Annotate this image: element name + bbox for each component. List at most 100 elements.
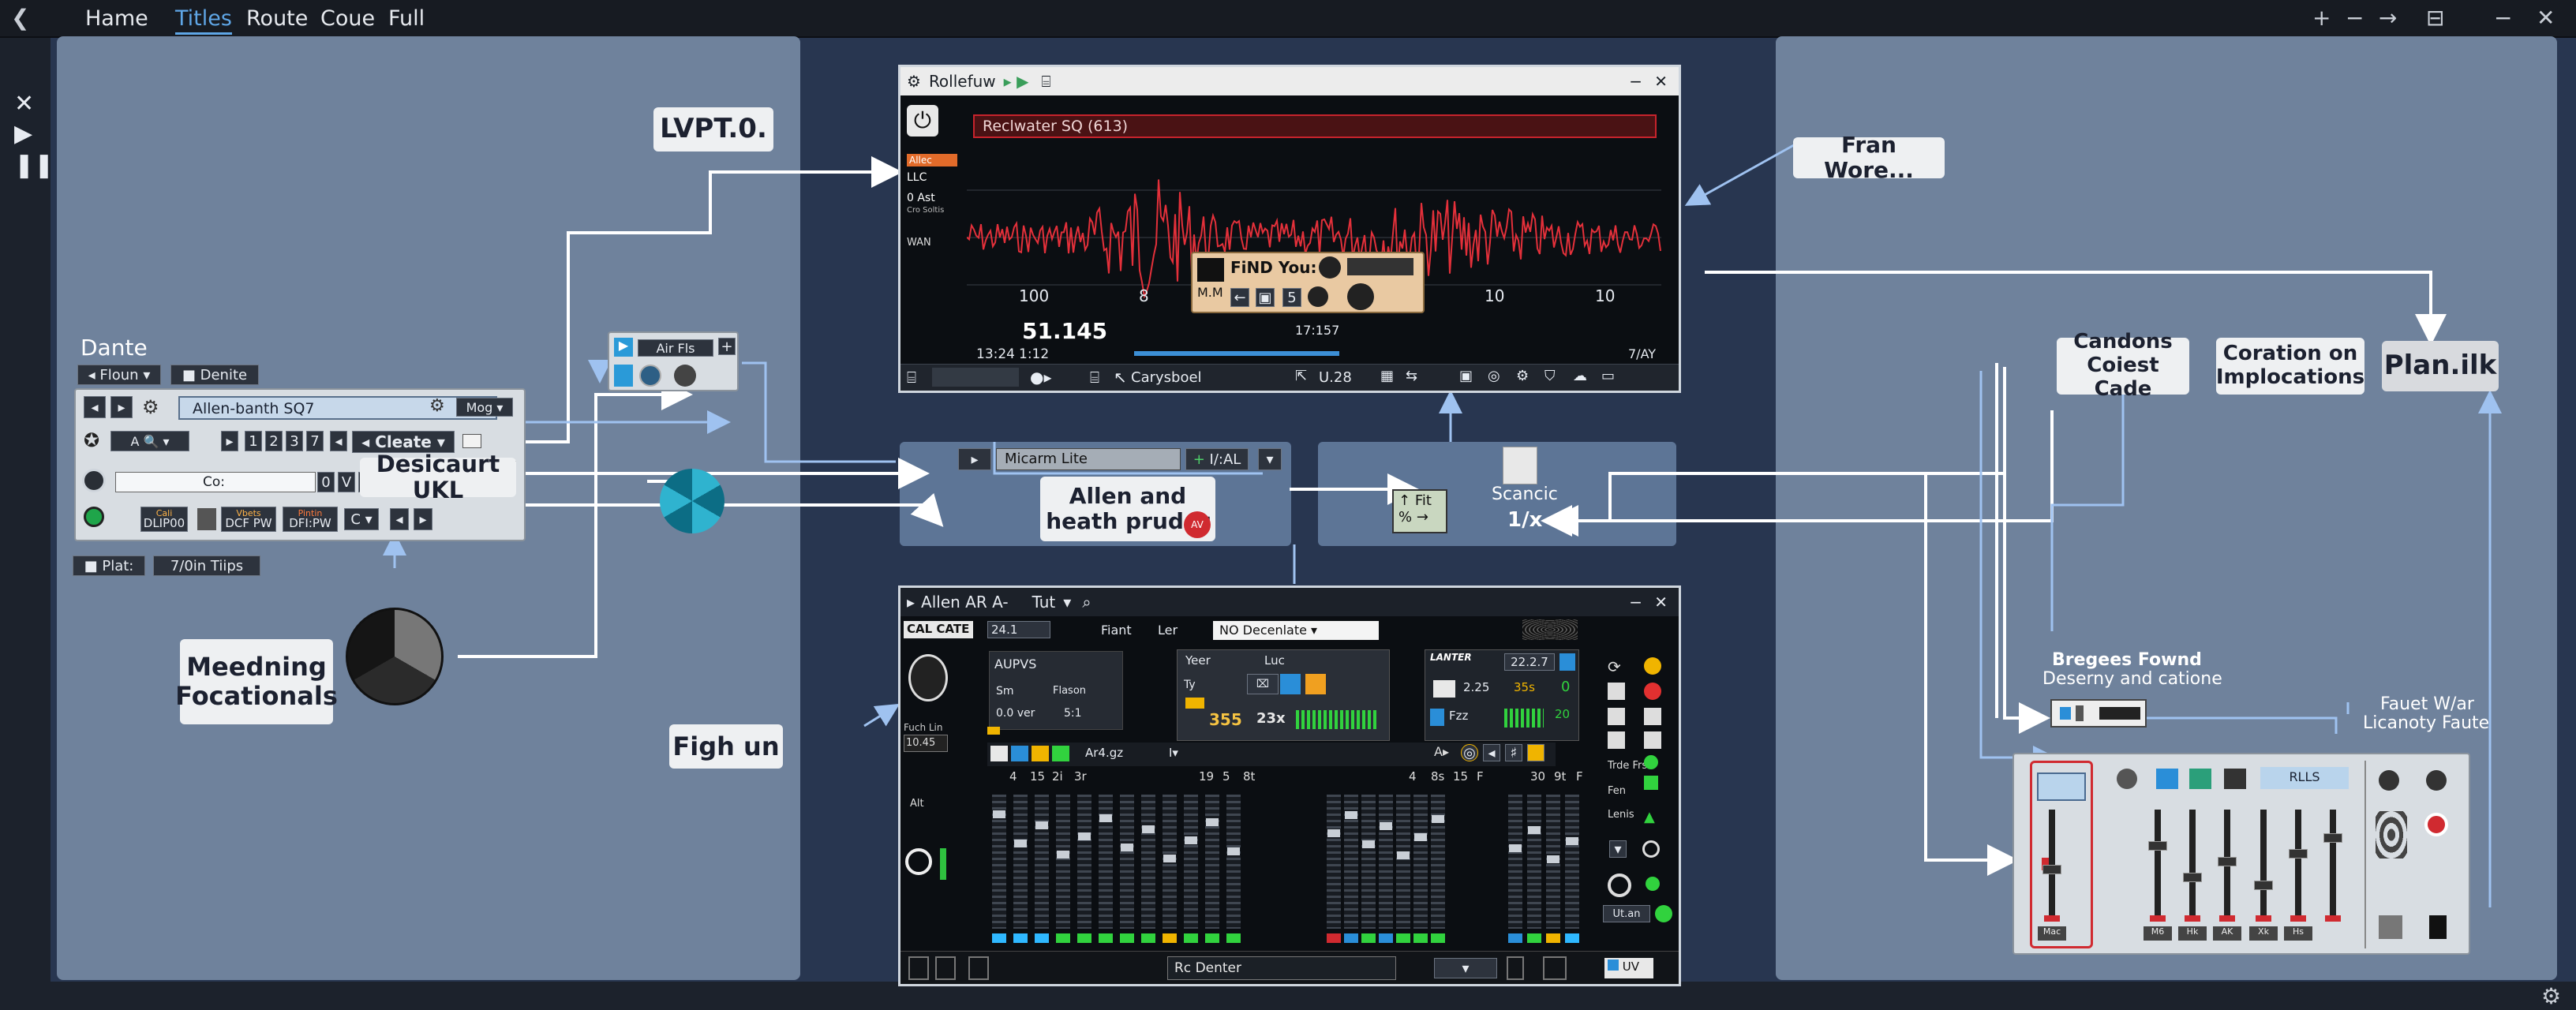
channel-fader-strip[interactable] xyxy=(1077,795,1091,929)
c-dropdown[interactable]: C ▾ xyxy=(344,508,379,530)
btn-dcf-pw[interactable]: Vbets DCF PW xyxy=(221,507,276,532)
image-icon[interactable]: ▣ xyxy=(1459,368,1473,384)
utan-dropdown[interactable]: Ut.an xyxy=(1603,905,1650,922)
bottom-slot-1[interactable] xyxy=(908,956,929,980)
power-icon[interactable]: ⏻ xyxy=(907,105,938,137)
fader-cap[interactable] xyxy=(1345,811,1357,819)
channel-select-button[interactable] xyxy=(1508,933,1522,943)
gear-icon[interactable] xyxy=(1608,683,1625,700)
play-icon[interactable]: ▸ ▶ xyxy=(1004,72,1029,91)
power-led-button[interactable] xyxy=(84,507,104,527)
device-name-field[interactable]: Allen-banth SQ7 xyxy=(178,396,497,420)
ler-tab[interactable]: Ler xyxy=(1158,623,1178,638)
bottom-dropdown[interactable]: ▾ xyxy=(1434,958,1497,978)
fader-cap[interactable] xyxy=(1327,829,1340,837)
plat-dropdown[interactable]: ■ Plat: xyxy=(73,556,145,576)
tool-back[interactable]: ◂ xyxy=(1483,744,1500,761)
grid-icon[interactable]: ▦ xyxy=(1380,368,1394,384)
rack-fader-cap[interactable] xyxy=(2254,881,2273,890)
fzz-toggle[interactable] xyxy=(1430,709,1444,726)
side-dial[interactable] xyxy=(905,848,932,875)
shield-icon[interactable]: ⛉ xyxy=(1544,368,1556,384)
channel-fader-strip[interactable] xyxy=(1327,795,1341,929)
settings-icon[interactable]: ⚙ xyxy=(429,396,445,416)
link-icon[interactable]: ⇱ xyxy=(1295,368,1307,384)
close-icon[interactable]: ✕ xyxy=(1654,593,1668,612)
ring-icon[interactable] xyxy=(1642,840,1660,858)
rack-fader[interactable] xyxy=(2155,810,2161,920)
channel-select-button[interactable] xyxy=(992,933,1006,943)
latter-value[interactable]: 22.2.7 xyxy=(1504,653,1555,671)
target-icon[interactable]: ◎ xyxy=(1488,368,1500,384)
micarm-field[interactable]: Micarm Lite xyxy=(996,448,1181,470)
fader-cap[interactable] xyxy=(1142,825,1155,833)
channel-fader-strip[interactable] xyxy=(1379,795,1393,929)
channel-fader-strip[interactable] xyxy=(1056,795,1070,929)
channel-fader-strip[interactable] xyxy=(1141,795,1155,929)
key-2[interactable]: 2 xyxy=(265,431,283,451)
rack-fader[interactable] xyxy=(2330,810,2336,920)
cloud-icon[interactable]: ☁ xyxy=(1573,368,1587,384)
btn-dfi-pw[interactable]: Pintin DFI:PW xyxy=(283,507,338,532)
fader-cap[interactable] xyxy=(1566,837,1578,845)
channel-select-button[interactable] xyxy=(1184,933,1198,943)
prev-icon[interactable]: ◂ xyxy=(84,396,106,418)
rack-fader-cap[interactable] xyxy=(2323,833,2342,843)
fader-cap[interactable] xyxy=(1227,847,1240,855)
calc-value[interactable]: 24.1 xyxy=(987,621,1050,638)
channel-select-button[interactable] xyxy=(1099,933,1113,943)
bottom-slot-5[interactable] xyxy=(1543,956,1567,980)
fader-cap[interactable] xyxy=(1509,844,1522,852)
bottom-field[interactable] xyxy=(932,368,1019,387)
fiant-tab[interactable]: Fiant xyxy=(1101,623,1132,638)
bottom-slot-2[interactable] xyxy=(935,956,956,980)
fader-cap[interactable] xyxy=(1362,840,1375,848)
bottom-slot-3[interactable] xyxy=(968,956,989,980)
toggle-icon[interactable]: ●▸ xyxy=(1030,368,1052,387)
tips-dropdown[interactable]: 7/0in Tiips xyxy=(153,556,260,576)
photo-icon[interactable]: ▣ xyxy=(1256,288,1275,307)
channel-fader-strip[interactable] xyxy=(1205,795,1219,929)
find-big-knob[interactable] xyxy=(1347,283,1374,310)
fader-cap[interactable] xyxy=(1547,855,1559,863)
minimize-icon[interactable]: − xyxy=(1629,72,1642,91)
fader-cap[interactable] xyxy=(1206,818,1219,826)
tool-dial[interactable]: ◎ xyxy=(1461,744,1478,761)
channel-select-button[interactable] xyxy=(1344,933,1358,943)
tool-fx[interactable]: ♯ xyxy=(1505,744,1522,761)
slot-icon[interactable] xyxy=(197,508,216,530)
fader-cap[interactable] xyxy=(1380,822,1392,830)
fader-cap[interactable] xyxy=(1528,826,1541,834)
channel-select-button[interactable] xyxy=(1546,933,1560,943)
fader-cap[interactable] xyxy=(1014,840,1027,847)
gear-icon[interactable]: ⚙ xyxy=(142,396,159,418)
play-icon[interactable]: ▸ xyxy=(958,448,991,470)
arrow-icon[interactable]: ↖ xyxy=(1114,368,1127,387)
channel-select-button[interactable] xyxy=(1565,933,1579,943)
channel-fader-strip[interactable] xyxy=(1184,795,1198,929)
channel-fader-strip[interactable] xyxy=(1035,795,1049,929)
layout-icon[interactable]: ⌸ xyxy=(1090,368,1099,387)
fader-cap[interactable] xyxy=(1078,832,1091,840)
co-field[interactable]: Co: xyxy=(115,472,316,492)
channel-select-button[interactable] xyxy=(1163,933,1177,943)
channel-select-button[interactable] xyxy=(1379,933,1393,943)
channel-select-button[interactable] xyxy=(1141,933,1155,943)
tool-icon[interactable] xyxy=(1608,708,1625,725)
toggle-box[interactable] xyxy=(462,434,481,448)
channel-fader-strip[interactable] xyxy=(1396,795,1410,929)
latter-toggle[interactable] xyxy=(1559,653,1575,671)
bottom-slot-4[interactable] xyxy=(1507,956,1524,980)
denter-field[interactable]: Rc Denter xyxy=(1167,956,1396,980)
knob-icon[interactable] xyxy=(639,365,661,387)
orange-tool-icon[interactable] xyxy=(1305,674,1326,694)
rack-fader-cap[interactable] xyxy=(2218,857,2237,866)
ch-icon-4[interactable] xyxy=(1052,746,1069,761)
chevron-down-icon[interactable]: ▾ xyxy=(1063,593,1071,612)
channel-select-button[interactable] xyxy=(1431,933,1445,943)
mog-dropdown[interactable]: Mog ▾ xyxy=(456,398,513,417)
next-button[interactable]: ▸ xyxy=(414,508,432,530)
swirl-icon[interactable]: ⟳ xyxy=(1608,657,1621,676)
fader-cap[interactable] xyxy=(993,810,1005,818)
channel-select-button[interactable] xyxy=(1120,933,1134,943)
